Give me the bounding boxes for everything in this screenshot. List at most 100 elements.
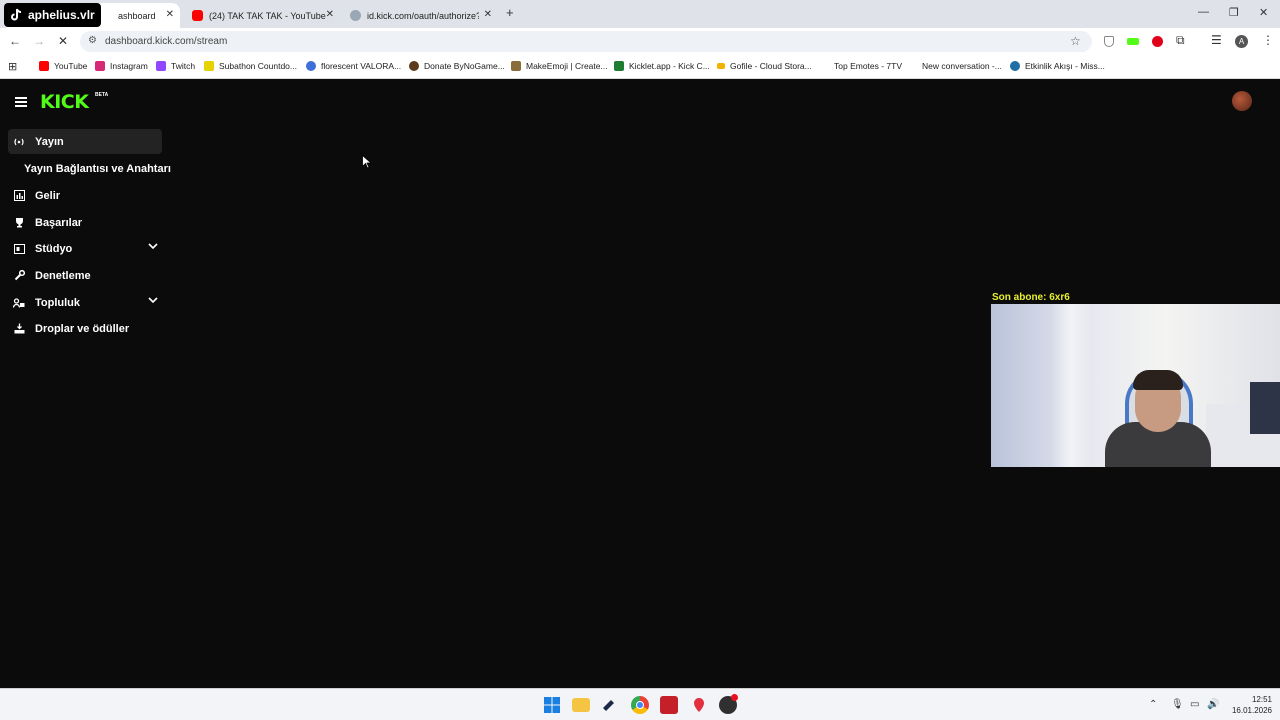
apps-grid-icon[interactable]: ⊞: [8, 60, 17, 73]
close-window-icon[interactable]: ✕: [1259, 6, 1268, 19]
bookmark-favicon-icon: [39, 61, 49, 71]
new-tab-button[interactable]: +: [506, 5, 514, 20]
app-red-icon[interactable]: [660, 696, 678, 714]
profile-avatar-icon[interactable]: A: [1235, 35, 1248, 48]
site-info-icon[interactable]: ⚙: [88, 35, 97, 46]
steam-icon[interactable]: [601, 696, 619, 714]
tab-title: ashboard: [118, 10, 156, 21]
webcam-overlay: [991, 304, 1280, 467]
system-clock[interactable]: 12:51 16.01.2026: [1228, 694, 1272, 716]
sidebar-item-topluluk[interactable]: Topluluk: [8, 290, 162, 315]
extensions-puzzle-icon[interactable]: ⧉: [1176, 33, 1185, 48]
back-icon[interactable]: ←: [9, 34, 21, 48]
bookmark-bynogame[interactable]: Donate ByNoGame...: [409, 61, 505, 71]
kick-extension-icon[interactable]: [1127, 38, 1139, 45]
volume-icon[interactable]: 🔊: [1207, 699, 1219, 710]
reading-list-icon[interactable]: ☰: [1211, 33, 1222, 47]
kick-logo[interactable]: KICK: [40, 91, 89, 113]
tab-title: id.kick.com/oauth/authorize?re: [367, 10, 479, 21]
tab-title: (24) TAK TAK TAK - YouTube: [209, 10, 326, 21]
tab-youtube[interactable]: (24) TAK TAK TAK - YouTube ✕: [184, 3, 340, 28]
user-avatar[interactable]: [1232, 91, 1252, 111]
folder-icon: [717, 63, 725, 69]
makeemoji-icon: [511, 61, 521, 71]
close-tab-icon[interactable]: ✕: [166, 9, 174, 20]
person-hair: [1133, 370, 1183, 390]
sidebar-item-droplar[interactable]: Droplar ve ödüller: [8, 316, 162, 341]
stop-loading-icon[interactable]: ✕: [58, 34, 68, 48]
menu-icon[interactable]: [15, 97, 27, 107]
microphone-icon[interactable]: 🎙: [1171, 699, 1184, 710]
browser-tab-strip: aphelius.vlr ashboard ✕ (24) TAK TAK TAK…: [0, 0, 1280, 28]
sidebar-item-label: Stüdyo: [35, 242, 73, 255]
bookmark-7tv[interactable]: Top Emotes - 7TV: [819, 61, 902, 71]
close-tab-icon[interactable]: ✕: [484, 9, 492, 20]
tiktok-logo-icon: [11, 8, 22, 21]
restore-icon[interactable]: ❐: [1229, 6, 1239, 19]
drops-icon: [13, 323, 25, 335]
sidebar-item-studyo[interactable]: Stüdyo: [8, 236, 162, 261]
wrench-icon: [13, 270, 25, 282]
close-tab-icon[interactable]: ✕: [326, 9, 334, 20]
file-explorer-icon[interactable]: [572, 698, 590, 712]
bookmark-gofile[interactable]: Gofile - Cloud Stora...: [717, 61, 812, 71]
sidebar-item-denetleme[interactable]: Denetleme: [8, 263, 162, 288]
clock-date: 16.01.2026: [1231, 706, 1272, 715]
tray-chevron-up-icon[interactable]: ⌃: [1149, 699, 1157, 710]
tiktok-watermark: aphelius.vlr: [4, 3, 101, 27]
sidebar-item-label: Topluluk: [35, 296, 81, 309]
clock-time: 12:51: [1251, 695, 1272, 704]
bookmark-valorant[interactable]: florescent VALORA...: [306, 61, 401, 71]
sidebar-item-label: Droplar ve ödüller: [35, 322, 130, 335]
trophy-icon: [13, 217, 25, 229]
sidebar-item-label: Yayın: [35, 135, 64, 148]
watermark-text: aphelius.vlr: [28, 8, 95, 22]
twitch-icon: [156, 61, 166, 71]
chevron-down-icon[interactable]: [148, 243, 158, 250]
bookmark-subathon[interactable]: Subathon Countdo...: [204, 61, 297, 71]
kicklet-icon: [614, 61, 624, 71]
last-subscriber-label: Son abone: 6xr6: [992, 292, 1070, 303]
forward-icon[interactable]: →: [33, 34, 45, 48]
bookmark-kicklet[interactable]: Kicklet.app - Kick C...: [614, 61, 710, 71]
bookmark-youtube[interactable]: YouTube: [39, 61, 87, 71]
sidebar-item-yayin[interactable]: Yayın: [8, 129, 162, 154]
windows-taskbar: ⌃ 🎙 ▭ 🔊 12:51 16.01.2026: [0, 688, 1280, 720]
7tv-icon: [819, 61, 829, 71]
minimize-icon[interactable]: —: [1198, 6, 1209, 18]
chart-icon: [13, 190, 25, 202]
bookmark-etkinlik[interactable]: Etkinlik Akışı - Miss...: [1010, 61, 1105, 71]
chevron-down-icon[interactable]: [148, 297, 158, 304]
bynogame-icon: [409, 61, 419, 71]
sidebar-subitem-yayin-baglantisi[interactable]: Yayın Bağlantısı ve Anahtarı: [24, 163, 171, 175]
sidebar-item-gelir[interactable]: Gelir: [8, 183, 162, 208]
obs-icon[interactable]: [719, 694, 738, 714]
opera-extension-icon[interactable]: [1152, 36, 1163, 47]
subathon-icon: [204, 61, 214, 71]
broadcast-icon: [13, 136, 25, 148]
tab-kick-oauth[interactable]: id.kick.com/oauth/authorize?re ✕: [342, 3, 498, 28]
address-bar[interactable]: ⚙ dashboard.kick.com/stream ☆: [80, 31, 1092, 52]
chrome-icon[interactable]: [631, 696, 649, 714]
youtube-icon: [192, 10, 203, 21]
gear-icon: [306, 61, 316, 71]
sidebar-item-label: Başarılar: [35, 216, 83, 229]
bookmark-makeemoji[interactable]: MakeEmoji | Create...: [511, 61, 608, 71]
more-menu-icon[interactable]: ⋮: [1262, 33, 1274, 47]
bookmark-new-conversation[interactable]: New conversation -...: [907, 61, 1002, 71]
display-icon[interactable]: ▭: [1190, 699, 1199, 710]
loading-globe-icon: [350, 10, 361, 21]
bookmark-star-icon[interactable]: ☆: [1070, 34, 1081, 48]
shield-extension-icon[interactable]: [1104, 36, 1114, 47]
riot-valorant-icon[interactable]: [690, 696, 708, 714]
sidebar-item-basarilar[interactable]: Başarılar: [8, 210, 162, 235]
community-icon: [13, 297, 25, 309]
mouse-cursor-icon: [362, 155, 371, 169]
chat-icon: [907, 61, 917, 71]
studio-icon: [13, 243, 25, 255]
beta-badge: BETA: [95, 92, 109, 98]
bookmark-instagram[interactable]: Instagram: [95, 61, 148, 71]
globe-icon: [1010, 61, 1020, 71]
windows-start-icon[interactable]: [543, 696, 561, 714]
bookmark-twitch[interactable]: Twitch: [156, 61, 195, 71]
